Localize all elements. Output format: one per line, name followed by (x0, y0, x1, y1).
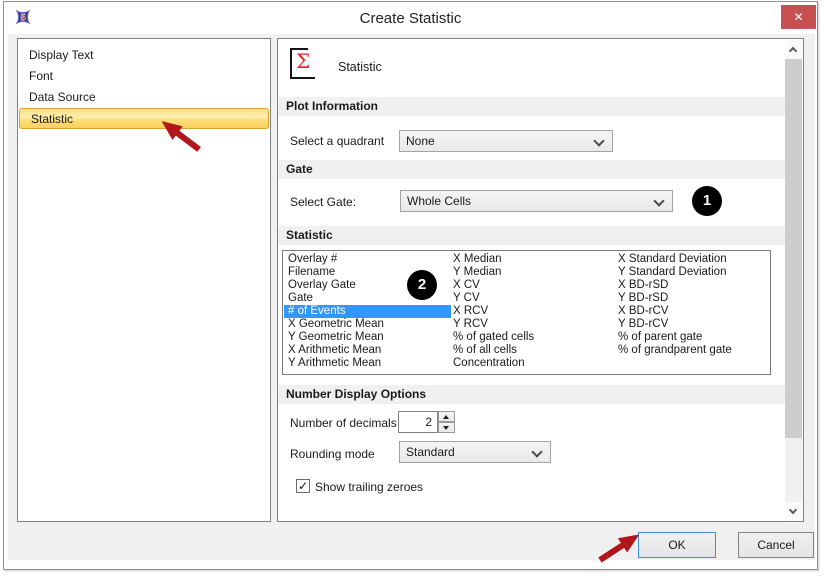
statistic-option[interactable]: X Standard Deviation (614, 253, 770, 266)
statistic-column-3: X Standard Deviation Y Standard Deviatio… (614, 253, 770, 357)
panel-heading: Statistic (338, 60, 382, 74)
statistic-option[interactable]: Overlay # (284, 253, 451, 266)
trailing-zeroes-label: Show trailing zeroes (315, 480, 423, 494)
close-icon: ✕ (793, 10, 803, 24)
spinner-up-button[interactable] (438, 411, 455, 422)
create-statistic-dialog: 5 Create Statistic ✕ Display Text Font D… (3, 1, 818, 570)
statistic-option[interactable]: Y CV (449, 292, 609, 305)
title-bar: 5 Create Statistic ✕ (4, 2, 817, 34)
quadrant-label: Select a quadrant (290, 134, 384, 148)
statistic-option-selected[interactable]: # of Events (284, 305, 451, 318)
section-gate: Gate (278, 160, 785, 179)
chevron-down-icon (789, 506, 797, 514)
cancel-button[interactable]: Cancel (738, 532, 814, 558)
decimals-input[interactable]: 2 (398, 411, 438, 433)
statistic-option[interactable]: X Median (449, 253, 609, 266)
statistic-option[interactable]: X BD-rSD (614, 279, 770, 292)
statistic-option[interactable]: Concentration (449, 357, 609, 370)
scroll-down-button[interactable] (785, 502, 802, 521)
rounding-select[interactable]: Standard (399, 441, 551, 463)
section-number-display-options: Number Display Options (278, 385, 785, 404)
category-list: Display Text Font Data Source Statistic (17, 38, 271, 522)
statistic-option[interactable]: Y BD-rSD (614, 292, 770, 305)
statistic-option[interactable]: X Geometric Mean (284, 318, 451, 331)
rounding-selected-value: Standard (406, 445, 455, 459)
gate-select[interactable]: Whole Cells (400, 190, 673, 212)
ok-button[interactable]: OK (638, 532, 716, 558)
close-button[interactable]: ✕ (781, 5, 816, 29)
decimals-stepper: 2 (398, 411, 455, 433)
quadrant-select[interactable]: None (399, 130, 613, 152)
chevron-down-icon (653, 195, 664, 206)
triangle-down-icon (443, 426, 449, 430)
dialog-title: Create Statistic (4, 10, 817, 27)
statistic-option[interactable]: Y Geometric Mean (284, 331, 451, 344)
section-statistic: Statistic (278, 226, 785, 245)
checkmark-icon: ✓ (298, 479, 308, 493)
statistic-listbox[interactable]: Overlay # Filename Overlay Gate Gate # o… (282, 250, 771, 375)
chevron-down-icon (531, 446, 542, 457)
decimals-label: Number of decimals (290, 416, 397, 430)
statistic-option[interactable]: % of all cells (449, 344, 609, 357)
statistic-column-2: X Median Y Median X CV Y CV X RCV Y RCV … (449, 253, 609, 370)
statistic-option[interactable]: % of grandparent gate (614, 344, 770, 357)
scrollbar[interactable] (785, 40, 802, 521)
statistic-option[interactable]: Y RCV (449, 318, 609, 331)
statistic-option[interactable]: X BD-rCV (614, 305, 770, 318)
gate-selected-value: Whole Cells (407, 194, 471, 208)
sigma-icon: Σ (290, 48, 315, 79)
statistic-option[interactable]: % of parent gate (614, 331, 770, 344)
section-plot-information: Plot Information (278, 97, 785, 116)
sidebar-item-font[interactable]: Font (18, 66, 270, 87)
scroll-up-button[interactable] (785, 40, 802, 59)
statistic-settings-panel: Σ Statistic Plot Information Select a qu… (277, 38, 804, 522)
annotation-badge-2: 2 (407, 270, 437, 300)
statistic-option[interactable]: Y Standard Deviation (614, 266, 770, 279)
statistic-option[interactable]: X RCV (449, 305, 609, 318)
sidebar-item-display-text[interactable]: Display Text (18, 45, 270, 66)
statistic-option[interactable]: Y Arithmetic Mean (284, 357, 451, 370)
statistic-option[interactable]: Y BD-rCV (614, 318, 770, 331)
sidebar-item-statistic[interactable]: Statistic (19, 108, 269, 129)
statistic-option[interactable]: X Arithmetic Mean (284, 344, 451, 357)
gate-label: Select Gate: (290, 195, 356, 209)
statistic-option[interactable]: X CV (449, 279, 609, 292)
chevron-up-icon (789, 47, 797, 55)
statistic-option[interactable]: % of gated cells (449, 331, 609, 344)
statistic-option[interactable]: Y Median (449, 266, 609, 279)
scrollbar-thumb[interactable] (785, 59, 802, 438)
trailing-zeroes-checkbox[interactable]: ✓ (296, 479, 310, 493)
triangle-up-icon (443, 415, 449, 419)
quadrant-selected-value: None (406, 134, 435, 148)
sidebar-item-data-source[interactable]: Data Source (18, 87, 270, 108)
rounding-label: Rounding mode (290, 447, 375, 461)
annotation-badge-1: 1 (692, 186, 722, 216)
chevron-down-icon (593, 135, 604, 146)
spinner-down-button[interactable] (438, 422, 455, 433)
